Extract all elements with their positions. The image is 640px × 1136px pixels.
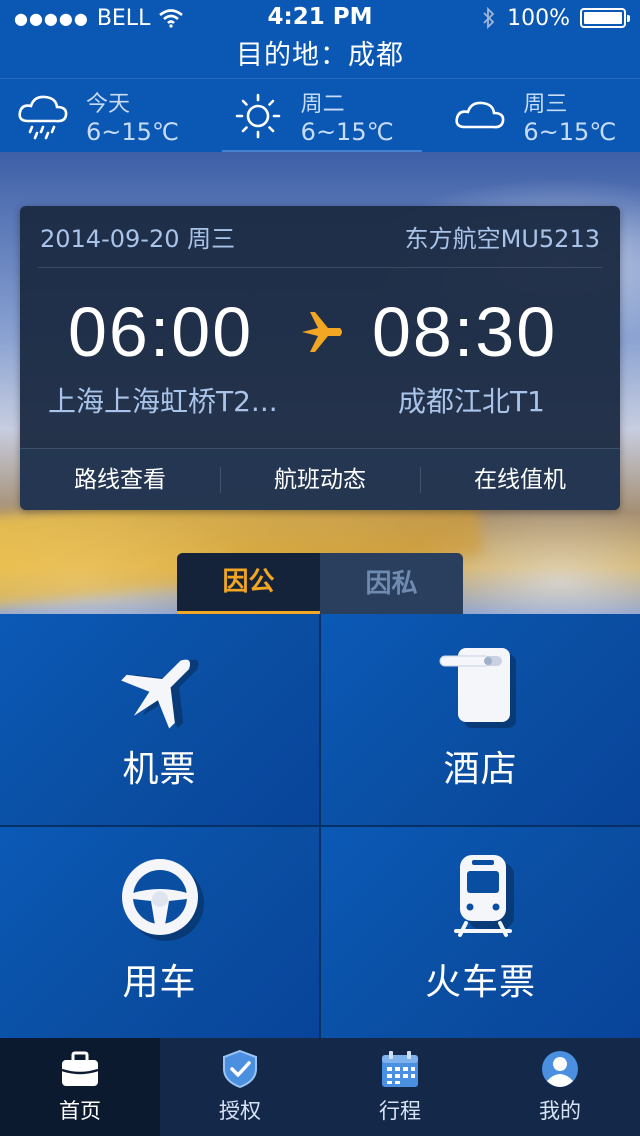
tab-label: 首页 [59,1099,101,1123]
weather-day: 今天 [86,91,131,117]
train-icon [453,854,514,937]
departure-time: 06:00 [68,293,254,371]
service-train-tickets[interactable]: 火车票 [321,827,640,1038]
user-icon [542,1051,578,1087]
flight-date: 2014-09-20 周三 [40,225,236,253]
flight-status-button[interactable]: 航班动态 [220,449,420,510]
status-right: 100% [481,5,630,31]
calendar-icon [382,1051,418,1087]
service-hotel[interactable]: 酒店 [321,614,640,825]
online-checkin-button[interactable]: 在线值机 [420,449,620,510]
flight-times: 06:00 08:30 上海上海虹桥T2... 成都江北T1 [20,292,620,432]
briefcase-icon [61,1051,99,1086]
weather-item-today: 今天 6~15℃ [0,79,203,152]
arrival-airport: 成都江北T1 [398,385,545,418]
flight-actions: 路线查看 航班动态 在线值机 [20,448,620,510]
sun-icon [235,93,280,138]
tab-label: 我的 [539,1099,581,1123]
trip-type-toggle: 因公 因私 [177,553,463,615]
tab-itinerary[interactable]: 行程 [320,1038,480,1136]
tab-home[interactable]: 首页 [0,1038,160,1136]
status-left: ●●●●● BELL [14,6,184,31]
steering-wheel-icon [121,858,204,941]
weather-temp: 6~15℃ [523,117,617,146]
destination-title: 目的地：成都 [236,40,404,71]
departure-airport: 上海上海虹桥T2... [48,385,278,418]
flight-number: 东方航空MU5213 [404,225,600,253]
weather-item-wed: 周三 6~15℃ [417,79,640,152]
flight-card[interactable]: 2014-09-20 周三 东方航空MU5213 06:00 08:30 上海上… [20,206,620,510]
weather-item-tue: 周二 6~15℃ [203,79,418,152]
header: ●●●●● BELL 4:21 PM 100% 目的地：成都 今天 6~15℃ … [0,0,640,152]
carrier-name: BELL [96,5,151,31]
weather-day: 周二 [300,91,345,117]
signal-strength-icon: ●●●●● [14,8,89,28]
airplane-icon [302,312,342,352]
service-label: 酒店 [443,748,518,790]
tab-label: 行程 [379,1099,421,1123]
service-car[interactable]: 用车 [0,827,319,1038]
arrival-time: 08:30 [372,293,558,371]
weather-day: 周三 [523,91,568,117]
bottom-tab-bar: 首页 授权 行程 我的 [0,1038,640,1136]
tab-business[interactable]: 因公 [177,553,320,615]
cloud-icon [455,101,505,128]
service-grid: 机票 酒店 用车 火车票 [0,614,640,1038]
hotel-door-icon [439,647,516,728]
service-flight-tickets[interactable]: 机票 [0,614,319,825]
service-label: 火车票 [424,961,536,1003]
rain-cloud-icon [18,95,68,139]
service-label: 机票 [122,748,197,790]
airplane-icon [120,659,199,729]
wifi-icon [159,9,184,28]
weather-temp: 6~15℃ [300,117,394,146]
service-label: 用车 [122,961,197,1003]
shield-check-icon [223,1049,257,1089]
bluetooth-icon [483,6,495,30]
weather-strip: 今天 6~15℃ 周二 6~15℃ 周三 6~15℃ [0,78,640,152]
battery-percent: 100% [507,5,570,31]
flight-card-header: 2014-09-20 周三 东方航空MU5213 [38,206,602,268]
weather-temp: 6~15℃ [86,117,179,146]
tab-label: 授权 [219,1099,261,1123]
status-bar: ●●●●● BELL 4:21 PM 100% [0,0,640,36]
battery-icon [580,8,630,28]
route-view-button[interactable]: 路线查看 [20,449,220,510]
tab-personal[interactable]: 因私 [320,553,463,615]
tab-profile[interactable]: 我的 [480,1038,640,1136]
tab-authorization[interactable]: 授权 [160,1038,320,1136]
